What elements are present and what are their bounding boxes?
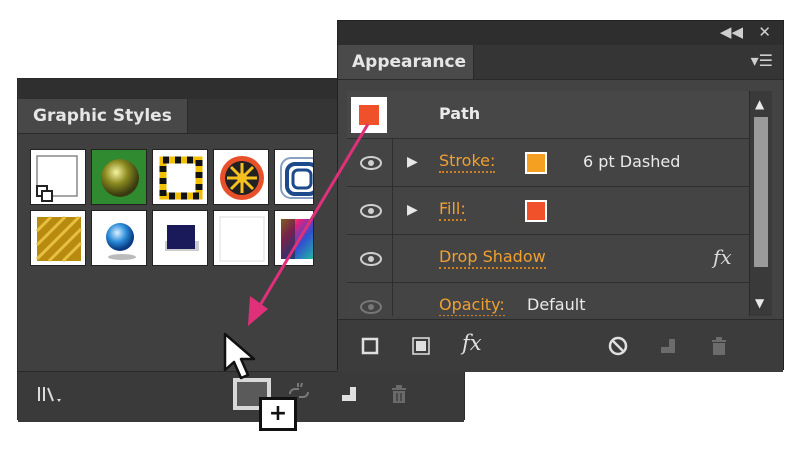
panel-tab-row: Appearance ▾☰: [338, 45, 783, 80]
appearance-row-drop-shadow[interactable]: Drop Shadow fx: [347, 235, 749, 283]
mouse-pointer-icon: [223, 332, 256, 380]
scroll-down-arrow-icon[interactable]: ▼: [755, 296, 764, 310]
style-swatch-concentric[interactable]: [274, 149, 314, 205]
collapse-icon[interactable]: ◀◀: [720, 23, 743, 41]
appearance-header-row[interactable]: Path: [347, 91, 749, 139]
close-icon[interactable]: ✕: [758, 23, 771, 41]
style-swatch-green-sphere[interactable]: [91, 149, 147, 205]
stroke-value: 6 pt Dashed: [583, 152, 681, 171]
panel-bottom-bar: fx: [338, 319, 783, 372]
opacity-link[interactable]: Opacity:: [439, 295, 505, 316]
style-swatch-default[interactable]: [30, 149, 86, 205]
copy-plus-badge: +: [259, 397, 297, 431]
fill-color-swatch[interactable]: [525, 200, 547, 222]
scrollbar-thumb[interactable]: [754, 117, 768, 267]
stroke-link[interactable]: Stroke:: [439, 151, 496, 173]
visibility-toggle[interactable]: [347, 139, 393, 186]
appearance-row-opacity[interactable]: Opacity: Default: [347, 283, 749, 316]
clear-appearance-icon[interactable]: [606, 334, 630, 362]
delete-style-icon[interactable]: [388, 383, 410, 410]
visibility-toggle[interactable]: [347, 187, 393, 234]
expand-triangle-icon[interactable]: ▶: [407, 154, 418, 170]
style-swatch-dashed-border[interactable]: [152, 149, 208, 205]
visibility-toggle[interactable]: [347, 283, 393, 316]
stroke-color-swatch[interactable]: [525, 152, 547, 174]
style-swatch-navy-square[interactable]: [152, 210, 208, 266]
panel-title-bar[interactable]: ◀◀ ✕: [338, 21, 783, 45]
add-stroke-icon[interactable]: [360, 336, 380, 360]
scroll-up-arrow-icon[interactable]: ▲: [755, 97, 764, 111]
appearance-list: Path ▶ Stroke: 6 pt Dashed ▶ Fill: Drop …: [347, 91, 749, 316]
style-swatch-blue-sphere[interactable]: [91, 210, 147, 266]
add-effect-fx-icon[interactable]: fx: [462, 331, 482, 355]
panel-menu-icon[interactable]: ▾☰: [751, 51, 773, 70]
eye-icon[interactable]: [360, 156, 382, 170]
appearance-row-stroke[interactable]: ▶ Stroke: 6 pt Dashed: [347, 139, 749, 187]
style-swatch-blank[interactable]: [213, 210, 269, 266]
eye-icon[interactable]: [360, 300, 382, 314]
style-swatch-gold-texture[interactable]: [30, 210, 86, 266]
drop-shadow-link[interactable]: Drop Shadow: [439, 247, 546, 269]
tab-graphic-styles[interactable]: Graphic Styles: [18, 99, 188, 133]
visibility-toggle[interactable]: [347, 235, 393, 282]
eye-icon[interactable]: [360, 252, 382, 266]
delete-item-icon[interactable]: [708, 335, 730, 361]
appearance-panel: ◀◀ ✕ Appearance ▾☰ Path ▶ Stroke: 6 pt D…: [337, 20, 784, 372]
scrollbar[interactable]: ▲ ▼: [749, 91, 772, 316]
appearance-row-fill[interactable]: ▶ Fill:: [347, 187, 749, 235]
style-swatch-sunburst[interactable]: [213, 149, 269, 205]
add-fill-icon[interactable]: [411, 336, 431, 360]
fill-link[interactable]: Fill:: [439, 199, 466, 221]
path-thumbnail: [351, 97, 387, 133]
fx-icon: fx: [713, 245, 732, 269]
style-library-menu-icon[interactable]: [36, 384, 68, 411]
expand-triangle-icon[interactable]: ▶: [407, 202, 418, 218]
opacity-value: Default: [527, 295, 586, 314]
path-label: Path: [439, 104, 481, 123]
duplicate-item-icon[interactable]: [658, 336, 680, 362]
eye-icon[interactable]: [360, 204, 382, 218]
style-swatch-rainbow[interactable]: [274, 210, 314, 266]
tab-appearance[interactable]: Appearance: [338, 45, 474, 79]
new-style-icon[interactable]: [339, 384, 361, 411]
